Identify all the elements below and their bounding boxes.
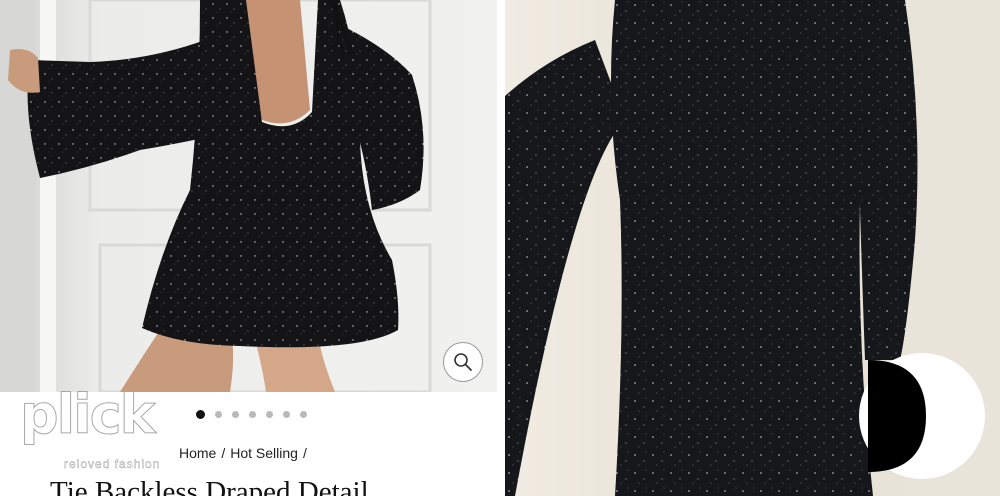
carousel-dot[interactable] (283, 411, 290, 418)
carousel-dot[interactable] (215, 411, 222, 418)
carousel-dot[interactable] (196, 410, 205, 419)
watermark-tagline: reloved fashion (64, 457, 161, 471)
carousel-dot[interactable] (249, 411, 256, 418)
breadcrumb: Home / Hot Selling / (179, 445, 307, 461)
carousel-dot[interactable] (300, 411, 307, 418)
plick-watermark-logo: plick reloved fashion (20, 387, 200, 474)
product-title: Tie Backless Draped Detail (50, 476, 369, 496)
product-listing-panel: Home / Hot Selling / Tie Backless Draped… (0, 0, 497, 496)
product-photo[interactable] (0, 0, 497, 392)
breadcrumb-separator: / (302, 445, 307, 461)
half-circle-badge-icon (859, 353, 985, 479)
watermark-brand: plick (20, 383, 157, 446)
model-wearing-dress-image (0, 0, 497, 392)
breadcrumb-separator: / (221, 445, 226, 461)
zoom-button[interactable] (443, 342, 483, 382)
carousel-dot[interactable] (266, 411, 273, 418)
breadcrumb-hot-selling[interactable]: Hot Selling (230, 445, 298, 461)
magnifier-icon (454, 353, 472, 371)
carousel-dot[interactable] (232, 411, 239, 418)
breadcrumb-home[interactable]: Home (179, 445, 216, 461)
carousel-pagination (196, 410, 307, 419)
panel-divider (497, 0, 505, 496)
